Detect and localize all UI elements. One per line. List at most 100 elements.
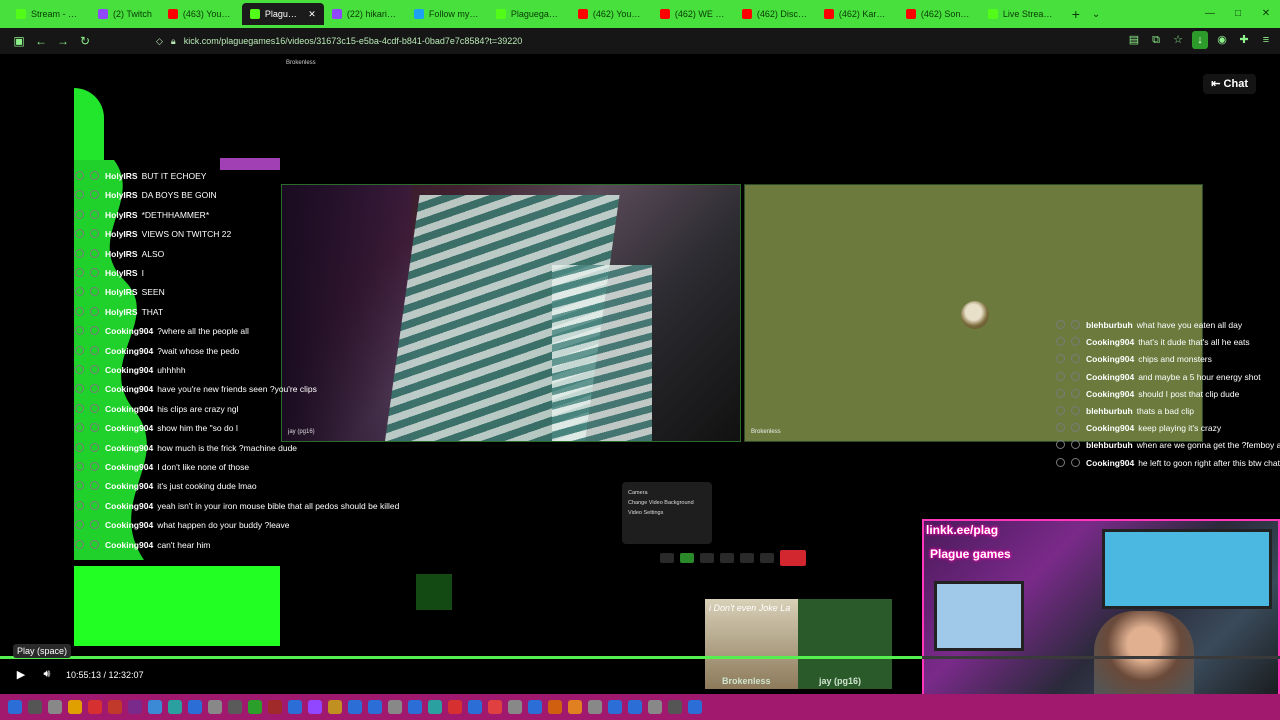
chat-username: HolyIRS (105, 209, 138, 220)
taskbar-app-icon[interactable] (608, 700, 622, 714)
chat-username: HolyIRS (105, 190, 138, 201)
taskbar-app-icon[interactable] (168, 700, 182, 714)
tab-label: Plaguegames (264, 9, 301, 19)
taskbar-app-icon[interactable] (368, 700, 382, 714)
screenshot-icon[interactable]: ⧉ (1148, 31, 1164, 49)
taskbar-app-icon[interactable] (388, 700, 402, 714)
browser-tab[interactable]: Plaguegames16 (488, 3, 570, 25)
back-icon[interactable]: ← (30, 34, 52, 48)
taskbar-app-icon[interactable] (548, 700, 562, 714)
chat-text: THAT (141, 306, 164, 317)
forward-icon[interactable]: → (52, 34, 74, 48)
browser-tab[interactable]: (463) YouTube (160, 3, 242, 25)
mod-action-icon (75, 229, 84, 239)
taskbar-app-icon[interactable] (588, 700, 602, 714)
taskbar-app-icon[interactable] (248, 700, 262, 714)
browser-tab[interactable]: (462) Son, I Know (898, 3, 980, 25)
video-player[interactable]: Brokenless ⇤ Chat jay (pg16) Brokenless … (0, 54, 1280, 719)
taskbar-app-icon[interactable] (48, 700, 62, 714)
taskbar-app-icon[interactable] (108, 700, 122, 714)
chat-username: blehburbuh (1086, 440, 1133, 451)
address-bar[interactable]: ◇ 🔒︎ kick.com/plaguegames16/videos/31673… (156, 31, 1056, 51)
taskbar-app-icon[interactable] (308, 700, 322, 714)
mod-action-icon (75, 190, 84, 200)
close-window-icon[interactable]: ✕ (1252, 0, 1280, 28)
chat-username: Cooking904 (1086, 388, 1135, 399)
taskbar-app-icon[interactable] (688, 700, 702, 714)
chat-username: HolyIRS (105, 171, 138, 181)
chat-message: Cooking904 he left to goon right after th… (1056, 457, 1280, 468)
browser-tab[interactable]: (462) Discord me (734, 3, 816, 25)
mod-action-icon (1056, 320, 1065, 329)
browser-tab[interactable]: (462) YouTube (570, 3, 652, 25)
tab-favicon-icon (741, 9, 752, 19)
user-icon (90, 462, 99, 471)
taskbar-app-icon[interactable] (288, 700, 302, 714)
taskbar-app-icon[interactable] (188, 700, 202, 714)
bookmark-star-icon[interactable]: ☆ (1170, 31, 1186, 49)
taskbar-app-icon[interactable] (68, 700, 82, 714)
taskbar-app-icon[interactable] (628, 700, 642, 714)
download-icon[interactable]: ↓ (1192, 31, 1208, 49)
taskbar-app-icon[interactable] (668, 700, 682, 714)
user-icon (90, 306, 99, 316)
close-tab-icon[interactable]: ✕ (308, 9, 316, 20)
taskbar-app-icon[interactable] (328, 700, 342, 714)
taskbar-app-icon[interactable] (508, 700, 522, 714)
browser-tab[interactable]: (462) Karen Sim (816, 3, 898, 25)
user-icon (90, 442, 99, 452)
volume-icon[interactable]: 🔊︎ (40, 668, 54, 681)
sidebar-toggle-icon[interactable]: ▣ (8, 34, 30, 48)
new-tab-icon[interactable]: + (1066, 6, 1086, 22)
chat-text: it's just cooking dude lmao (157, 481, 257, 492)
taskbar-app-icon[interactable] (128, 700, 142, 714)
taskbar-app-icon[interactable] (528, 700, 542, 714)
taskbar-app-icon[interactable] (208, 700, 222, 714)
taskbar-app-icon[interactable] (8, 700, 22, 714)
profile-icon[interactable]: ◉ (1214, 31, 1230, 49)
taskbar-app-icon[interactable] (428, 700, 442, 714)
taskbar-app-icon[interactable] (228, 700, 242, 714)
chat-username: Cooking904 (1086, 371, 1135, 382)
chat-text: ?wait whose the pedo (157, 345, 240, 356)
taskbar-app-icon[interactable] (648, 700, 662, 714)
chat-message: Cooking904 show him the "so do I (75, 423, 280, 433)
browser-tab[interactable]: Live Streams (980, 3, 1062, 25)
taskbar-app-icon[interactable] (88, 700, 102, 714)
taskbar-app-icon[interactable] (448, 700, 462, 714)
tile-label-brokenless: Brokenless (722, 676, 771, 686)
seek-bar[interactable] (0, 656, 1280, 659)
minimize-icon[interactable]: — (1196, 0, 1224, 28)
taskbar-app-icon[interactable] (468, 700, 482, 714)
browser-tab[interactable]: (462) WE STARTE (652, 3, 734, 25)
taskbar-app-icon[interactable] (148, 700, 162, 714)
chat-text: ALSO (141, 248, 165, 259)
browser-tab[interactable]: Stream - Creator (8, 3, 90, 25)
browser-tab[interactable]: Plaguegames ✕ (241, 3, 324, 25)
chat-username: Cooking904 (105, 462, 154, 472)
extensions-icon[interactable]: ✚ (1236, 31, 1252, 49)
taskbar-app-icon[interactable] (568, 700, 582, 714)
taskbar-app-icon[interactable] (408, 700, 422, 714)
chat-username: Cooking904 (105, 423, 154, 434)
menu-icon[interactable]: ≡ (1258, 31, 1274, 49)
shield-icon: ◇ (156, 35, 163, 46)
taskbar-app-icon[interactable] (348, 700, 362, 714)
tab-list-icon[interactable]: ⌄ (1092, 9, 1100, 20)
taskbar-app-icon[interactable] (28, 700, 42, 714)
seek-bar-fill (0, 656, 922, 659)
reload-icon[interactable]: ↻ (74, 34, 96, 48)
taskbar-app-icon[interactable] (488, 700, 502, 714)
browser-tab[interactable]: (2) Twitch (90, 3, 160, 25)
chat-toggle-button[interactable]: ⇤ Chat (1203, 74, 1256, 94)
taskbar-app-icon[interactable] (268, 700, 282, 714)
tab-favicon-icon (659, 9, 670, 19)
effects-icon (740, 553, 754, 563)
tab-favicon-icon (413, 9, 424, 19)
browser-tab-strip: Stream - Creator (2) Twitch (463) YouTube P… (0, 0, 1280, 28)
browser-tab[interactable]: Follow my Stuff (406, 3, 488, 25)
maximize-icon[interactable]: □ (1224, 0, 1252, 28)
play-icon[interactable]: ▶ (14, 668, 28, 681)
browser-tab[interactable]: (22) hikari_fn (324, 3, 406, 25)
reader-icon[interactable]: ▤ (1126, 31, 1142, 49)
